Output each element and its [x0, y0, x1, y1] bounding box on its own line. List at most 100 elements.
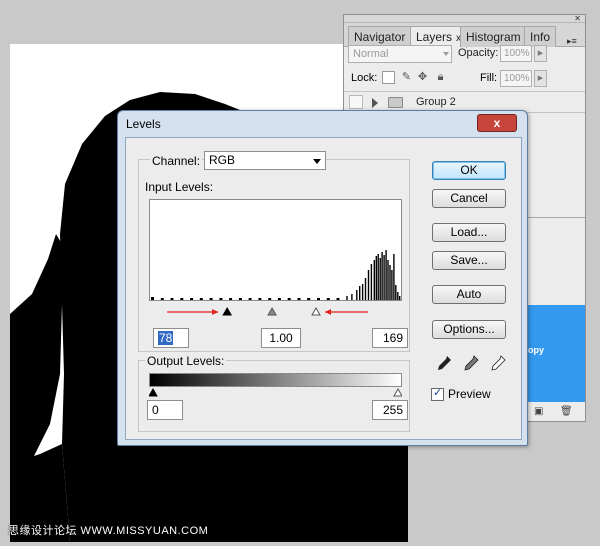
histogram-bar	[151, 297, 154, 300]
dialog-close-button[interactable]: x	[477, 114, 517, 132]
histogram-bar	[359, 286, 361, 300]
histogram-bar	[361, 284, 364, 300]
chevron-down-icon	[443, 52, 449, 56]
ok-button[interactable]: OK	[432, 161, 506, 180]
input-white-field[interactable]: 169	[372, 328, 408, 348]
dialog-title: Levels	[126, 117, 161, 131]
histogram-bar	[393, 254, 395, 300]
white-eyedropper-icon[interactable]	[489, 354, 507, 372]
input-black-handle[interactable]	[222, 306, 233, 316]
histogram-bar	[351, 294, 353, 300]
histogram-bar	[287, 298, 291, 300]
histogram-bar	[364, 278, 367, 300]
palette-tab-bar: Navigator Layers x Histogram Info ▸≡	[344, 23, 585, 48]
input-gamma-field[interactable]: 1.00	[261, 328, 301, 348]
cancel-button[interactable]: Cancel	[432, 189, 506, 208]
trash-icon[interactable]: 🗑︎	[560, 406, 573, 417]
output-slider[interactable]	[149, 387, 402, 397]
histogram-bar	[297, 298, 301, 300]
histogram-bar	[317, 298, 320, 300]
load-button[interactable]: Load...	[432, 223, 506, 242]
new-layer-icon[interactable]: ▣	[534, 406, 543, 417]
palette-titlebar[interactable]: ✕	[344, 15, 585, 23]
histogram-plot	[151, 250, 401, 300]
input-white-value: 169	[382, 331, 403, 345]
selected-layer-name: opy	[528, 345, 545, 355]
save-button[interactable]: Save...	[432, 251, 506, 270]
output-white-handle[interactable]	[393, 387, 402, 397]
lock-transparency-icon[interactable]	[382, 71, 395, 84]
annotation-arrow-right-head	[212, 309, 219, 315]
histogram-bar	[383, 255, 385, 300]
visibility-toggle[interactable]	[349, 95, 363, 109]
preview-label: Preview	[448, 387, 491, 401]
fill-input[interactable]: 100%	[500, 70, 532, 87]
histogram-bar	[209, 298, 213, 300]
output-black-handle[interactable]	[149, 387, 158, 397]
histogram-bar	[160, 298, 164, 300]
tab-navigator[interactable]: Navigator	[348, 26, 412, 47]
options-button[interactable]: Options...	[432, 320, 506, 339]
histogram-bar	[346, 296, 348, 300]
lock-brush-icon[interactable]: ✎	[400, 71, 413, 84]
histogram-bar	[389, 265, 391, 300]
gray-eyedropper-icon[interactable]	[462, 354, 480, 372]
histogram-bar	[277, 298, 281, 300]
histogram-bar	[248, 298, 252, 300]
layer-name: Group 2	[416, 96, 456, 108]
folder-icon	[388, 97, 403, 108]
tab-label: Layers	[416, 30, 453, 44]
watermark: 思缘设计论坛 WWW.MISSYUAN.COM	[8, 525, 209, 537]
histogram-bar	[370, 264, 373, 300]
histogram-bar	[387, 260, 389, 300]
input-black-field[interactable]: 78	[153, 328, 189, 348]
fill-label: Fill:	[480, 72, 498, 84]
histogram-bar	[170, 298, 174, 300]
input-gamma-value: 1.00	[269, 331, 293, 345]
input-levels-label: Input Levels:	[145, 180, 214, 194]
blend-mode-value: Normal	[353, 48, 389, 60]
lock-move-icon[interactable]: ✥	[416, 71, 429, 84]
input-gamma-handle[interactable]	[267, 306, 277, 316]
histogram-bar	[385, 250, 387, 300]
opacity-input[interactable]: 100%	[500, 45, 532, 62]
histogram-bar	[379, 258, 381, 300]
output-white-field[interactable]: 255	[372, 400, 408, 420]
histogram-bar	[180, 298, 184, 300]
checkmark-icon: ✓	[433, 387, 443, 399]
opacity-slider-toggle[interactable]: ▶	[534, 45, 547, 62]
histogram-bar	[229, 298, 233, 300]
dialog-body: Channel: RGB Input Levels: 78 1.00 169 O…	[125, 137, 522, 440]
histogram-bar	[326, 298, 330, 300]
expand-triangle-icon[interactable]	[372, 98, 378, 108]
channel-select[interactable]: RGB	[204, 151, 326, 170]
preview-checkbox[interactable]: ✓	[431, 387, 444, 401]
histogram-bar	[375, 256, 377, 300]
histogram-bar	[258, 298, 262, 300]
lock-all-icon[interactable]: 🔒︎	[434, 71, 447, 84]
auto-button[interactable]: Auto	[432, 285, 506, 304]
histogram-bar	[367, 270, 370, 300]
blend-mode-select[interactable]: Normal	[348, 45, 452, 63]
histogram-bar	[395, 285, 397, 300]
tab-label: Histogram	[466, 30, 521, 44]
histogram-bar	[219, 298, 223, 300]
output-black-field[interactable]: 0	[147, 400, 183, 420]
histogram-bar	[190, 298, 194, 300]
histogram-bar	[399, 296, 401, 300]
histogram-bar	[391, 270, 393, 300]
fill-slider-toggle[interactable]: ▶	[534, 70, 547, 87]
lock-row: Lock: ✎ ✥ 🔒︎ Fill: 100% ▶	[348, 70, 580, 90]
tab-info[interactable]: Info	[524, 26, 557, 47]
black-eyedropper-icon[interactable]	[435, 354, 453, 372]
palette-close-icon[interactable]: ✕	[574, 15, 581, 23]
output-black-value: 0	[152, 403, 159, 417]
input-white-handle[interactable]	[311, 306, 321, 316]
tab-histogram[interactable]: Histogram	[460, 26, 527, 47]
tab-label: Navigator	[354, 30, 406, 44]
histogram-bar	[336, 298, 340, 300]
input-slider[interactable]	[149, 305, 402, 317]
output-gradient	[149, 373, 402, 387]
histogram-bar	[373, 260, 375, 300]
chevron-down-icon	[313, 159, 321, 164]
